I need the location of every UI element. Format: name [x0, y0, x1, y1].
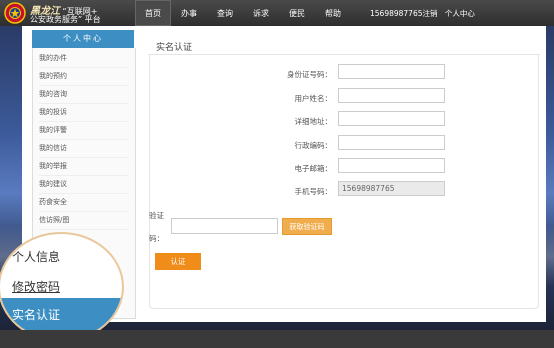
sidebar-item-my-suggestions[interactable]: 我的建议	[39, 176, 129, 194]
zoom-magnifier: 个人信息 修改密码 实名认证	[0, 232, 124, 342]
id-number-input[interactable]	[338, 64, 445, 79]
sidebar-item-my-complaints[interactable]: 我的投诉	[39, 104, 129, 122]
sidebar-item-my-inquiries[interactable]: 我的咨询	[39, 86, 129, 104]
zoom-personal-info[interactable]: 个人信息	[12, 248, 60, 265]
sidebar-item-my-reports[interactable]: 我的举报	[39, 158, 129, 176]
nav-home[interactable]: 首页	[135, 0, 171, 26]
user-name-input[interactable]	[338, 88, 445, 103]
nav-help[interactable]: 帮助	[315, 0, 351, 26]
zoom-change-password[interactable]: 修改密码	[12, 278, 60, 295]
sidebar-item-my-cases[interactable]: 我的办件	[39, 50, 129, 68]
nav-appeal[interactable]: 诉求	[243, 0, 279, 26]
address-label: 详细地址：	[294, 117, 333, 126]
brand-title-line2: 公安政务服务” 平台	[30, 15, 101, 24]
zoom-real-name-auth[interactable]: 实名认证	[0, 298, 122, 330]
address-input[interactable]	[338, 111, 445, 126]
id-number-label: 身份证号码：	[287, 70, 332, 79]
sidebar-item-my-reviews[interactable]: 我的评警	[39, 122, 129, 140]
nav-convenience[interactable]: 便民	[279, 0, 315, 26]
sidebar-item-my-appointments[interactable]: 我的预约	[39, 68, 129, 86]
get-verify-code-button[interactable]: 获取验证码	[282, 218, 332, 235]
email-input[interactable]	[338, 158, 445, 173]
phone-input[interactable]	[338, 181, 445, 196]
main-nav: 首页 办事 查询 诉求 便民 帮助	[135, 0, 351, 26]
verify-code-label-top: 验证	[149, 211, 164, 220]
email-label: 电子邮箱：	[294, 164, 333, 173]
nav-services[interactable]: 办事	[171, 0, 207, 26]
personal-center-link[interactable]: 个人中心	[445, 9, 475, 18]
sidebar-item-petition-photos[interactable]: 信访照/图	[39, 212, 129, 230]
zoom-real-name-auth-label: 实名认证	[12, 308, 61, 322]
police-emblem-icon	[4, 2, 26, 24]
nav-query[interactable]: 查询	[207, 0, 243, 26]
phone-label: 手机号码：	[294, 187, 333, 196]
verify-code-input[interactable]	[171, 218, 278, 234]
page-title: 实名认证	[148, 36, 540, 55]
footer-bar	[0, 330, 554, 348]
logout-link[interactable]: 15698987765注销	[370, 9, 438, 18]
user-name-label: 用户姓名：	[294, 94, 333, 103]
area-code-label: 行政编码：	[294, 141, 333, 150]
page-title-text: 实名认证	[156, 43, 193, 53]
sidebar-item-my-petitions[interactable]: 我的信访	[39, 140, 129, 158]
verify-code-label-bottom: 码：	[149, 234, 164, 243]
sidebar-item-food-safety[interactable]: 药食安全	[39, 194, 129, 212]
user-info: 15698987765注销 个人中心	[370, 0, 480, 26]
sidebar-title: 个人中心	[32, 30, 134, 48]
area-code-input[interactable]	[338, 135, 445, 150]
verify-submit-button[interactable]: 认证	[155, 253, 201, 270]
top-navigation-bar: 黑龙江 “互联网+ 公安政务服务” 平台 首页 办事 查询 诉求 便民 帮助 1…	[0, 0, 554, 26]
